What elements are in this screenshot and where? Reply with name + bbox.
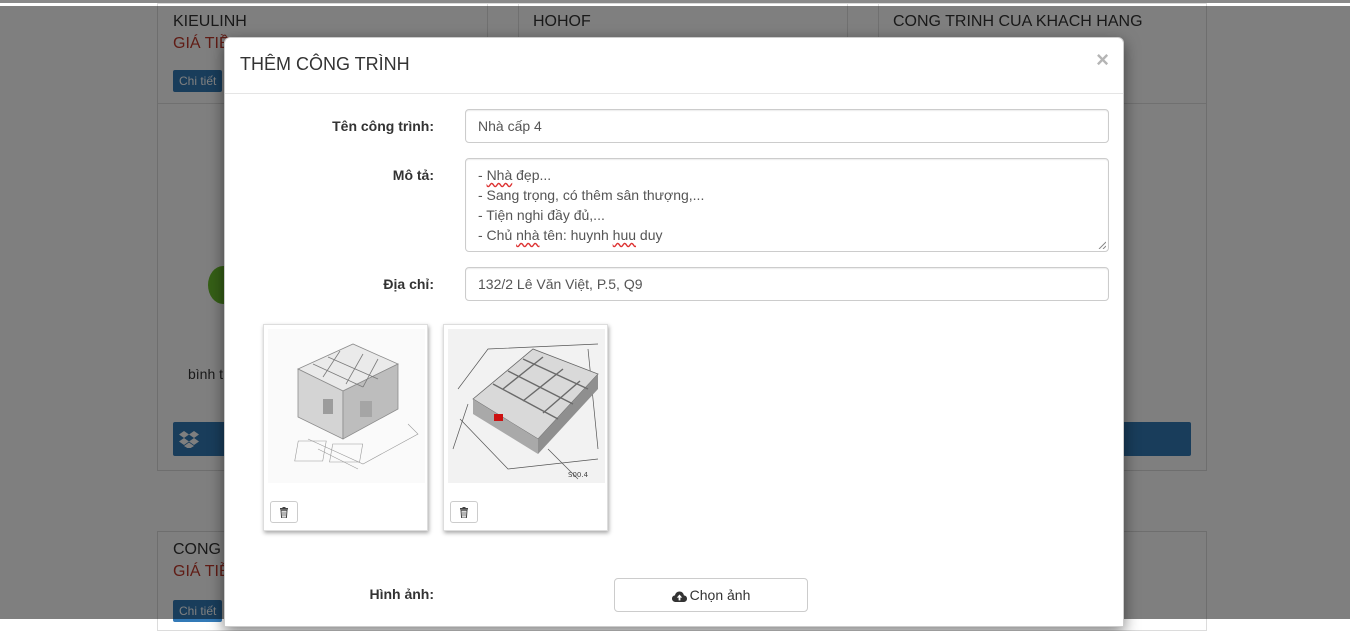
delete-image-button[interactable] [450, 501, 478, 523]
house-render-image: S00.4 [448, 329, 605, 483]
address-input[interactable] [465, 267, 1109, 301]
page: KIEULINH GIÁ TIỀ Chi tiết HOHOF CONG TRI… [0, 0, 1350, 631]
trash-icon [460, 507, 468, 518]
house-render-image [268, 329, 425, 483]
description-textarea[interactable]: - Nhà đẹp... - Sang trọng, có thêm sân t… [465, 158, 1109, 252]
cloud-upload-icon [671, 591, 687, 602]
trash-icon [280, 507, 288, 518]
description-line: - Nhà đẹp... [478, 167, 552, 183]
close-icon[interactable]: × [1096, 49, 1109, 71]
delete-image-button[interactable] [270, 501, 298, 523]
image-thumbnail[interactable] [263, 324, 428, 531]
description-line: - Sang trọng, có thêm sân thượng,... [478, 187, 705, 203]
add-project-modal: THÊM CÔNG TRÌNH × Tên công trình: Mô tả:… [224, 37, 1124, 627]
project-name-input[interactable] [465, 109, 1109, 143]
address-label: Địa chỉ: [383, 276, 434, 292]
svg-text:S00.4: S00.4 [568, 471, 589, 479]
choose-image-button[interactable]: Chọn ảnh [614, 578, 808, 612]
image-thumbnail[interactable]: S00.4 [443, 324, 608, 531]
project-name-label: Tên công trình: [332, 118, 434, 134]
description-line: - Tiện nghi đầy đủ,... [478, 207, 605, 223]
image-field-label: Hình ảnh: [369, 586, 434, 602]
modal-header: THÊM CÔNG TRÌNH × [225, 38, 1123, 94]
modal-title: THÊM CÔNG TRÌNH [240, 54, 410, 74]
description-label: Mô tả: [392, 167, 434, 183]
resize-handle-icon[interactable] [1098, 241, 1106, 249]
choose-image-label: Chọn ảnh [689, 587, 751, 603]
description-line: - Chủ nhà tên: huynh huu duy [478, 227, 663, 243]
